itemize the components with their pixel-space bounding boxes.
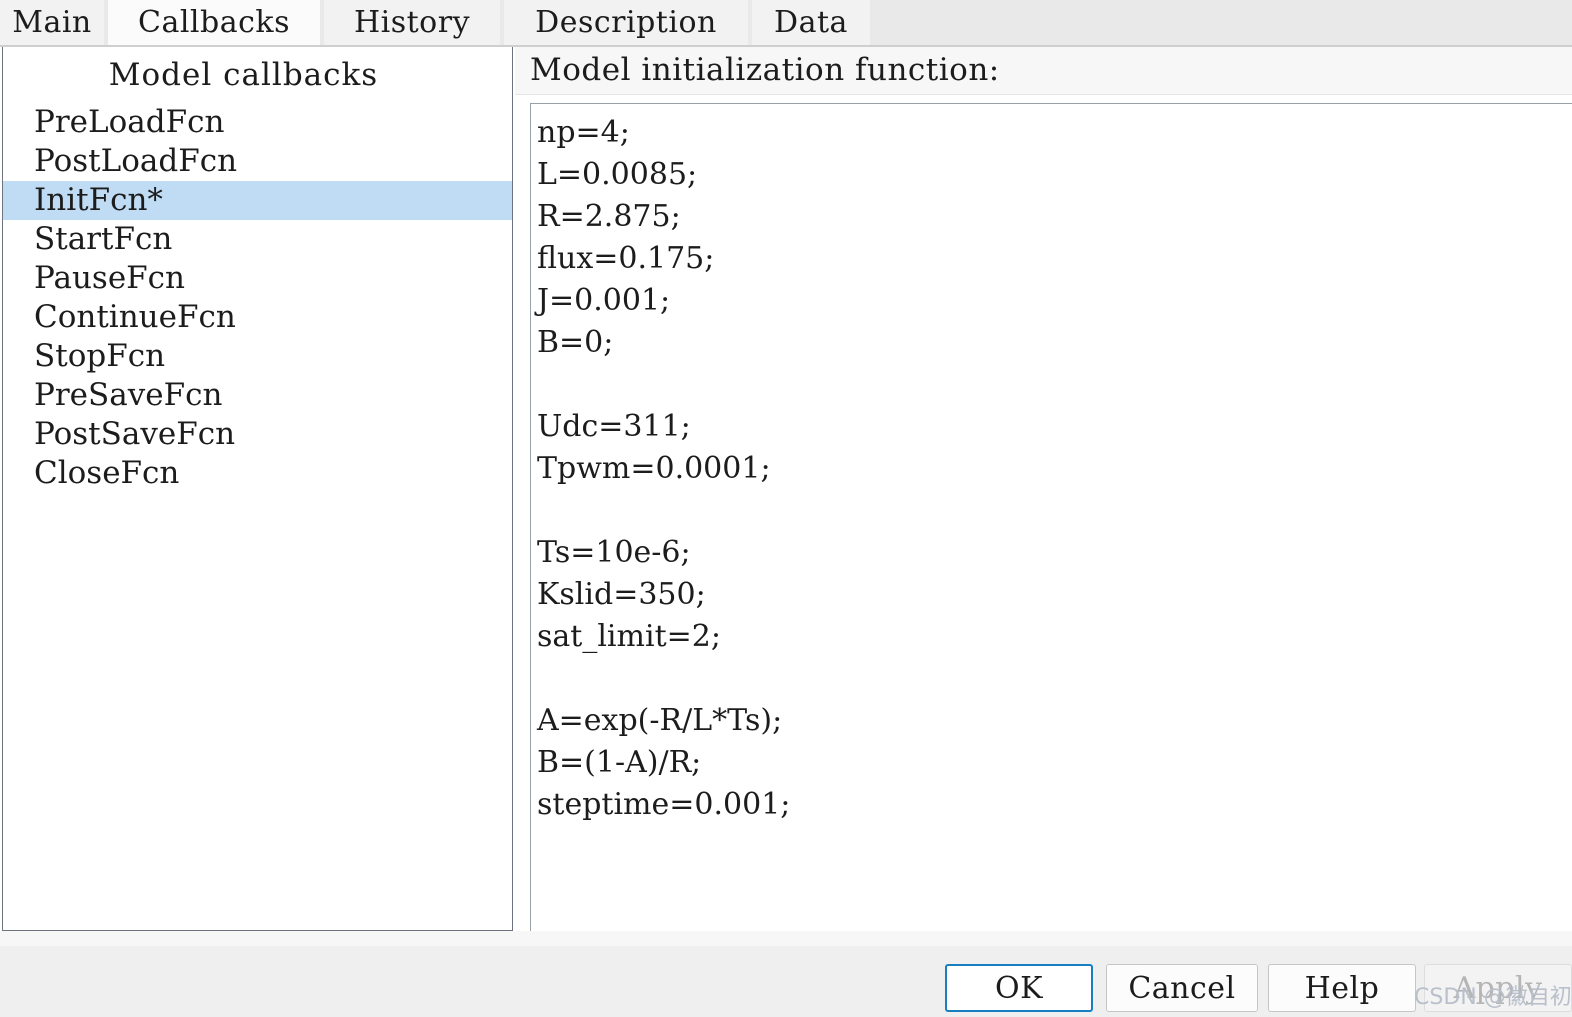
code-line: R=2.875; [537,199,681,234]
list-item[interactable]: CloseFcn [3,454,512,493]
tab-bar: Main Callbacks History Description Data [0,0,1572,47]
list-item[interactable]: PostLoadFcn [3,142,512,181]
code-line: Tpwm=0.0001; [537,451,771,486]
list-item[interactable]: PauseFcn [3,259,512,298]
model-initialization-code-editor[interactable]: np=4; L=0.0085; R=2.875; flux=0.175; J=0.001… [530,103,1572,936]
code-line: sat_limit=2; [537,619,721,654]
code-line: L=0.0085; [537,157,698,192]
tab-main[interactable]: Main [0,0,104,45]
code-line: steptime=0.001; [537,787,791,822]
cancel-button[interactable]: Cancel [1106,964,1258,1012]
code-line: np=4; [537,115,630,150]
model-callbacks-list-panel: Model callbacks PreLoadFcn PostLoadFcn Ini… [2,47,513,931]
code-line: J=0.001; [537,283,671,318]
help-button[interactable]: Help [1268,964,1416,1012]
callback-list[interactable]: PreLoadFcn PostLoadFcn InitFcn* StartFcn Pau… [3,103,512,493]
apply-button: Apply [1424,964,1572,1012]
code-line: Udc=311; [537,409,691,444]
tab-callbacks[interactable]: Callbacks [108,0,320,45]
ok-button[interactable]: OK [945,964,1093,1012]
list-item[interactable]: PreLoadFcn [3,103,512,142]
code-line: Kslid=350; [537,577,706,612]
code-line: B=0; [537,325,614,360]
tab-description[interactable]: Description [504,0,748,45]
tab-data[interactable]: Data [752,0,870,45]
dialog-footer: OK Cancel Help Apply [0,946,1572,1017]
code-line: B=(1-A)/R; [537,745,702,780]
editor-label: Model initialization function: [530,52,1000,88]
list-item[interactable]: StopFcn [3,337,512,376]
code-line: flux=0.175; [537,241,715,276]
list-item[interactable]: ContinueFcn [3,298,512,337]
list-item[interactable]: InitFcn* [3,181,512,220]
code-line: Ts=10e-6; [537,535,691,570]
model-callbacks-title: Model callbacks [108,57,379,93]
list-item[interactable]: PreSaveFcn [3,376,512,415]
code-line: A=exp(-R/L*Ts); [537,703,783,738]
list-item[interactable]: PostSaveFcn [3,415,512,454]
footer-divider-strip [0,931,1572,946]
tab-history[interactable]: History [324,0,500,45]
list-item[interactable]: StartFcn [3,220,512,259]
